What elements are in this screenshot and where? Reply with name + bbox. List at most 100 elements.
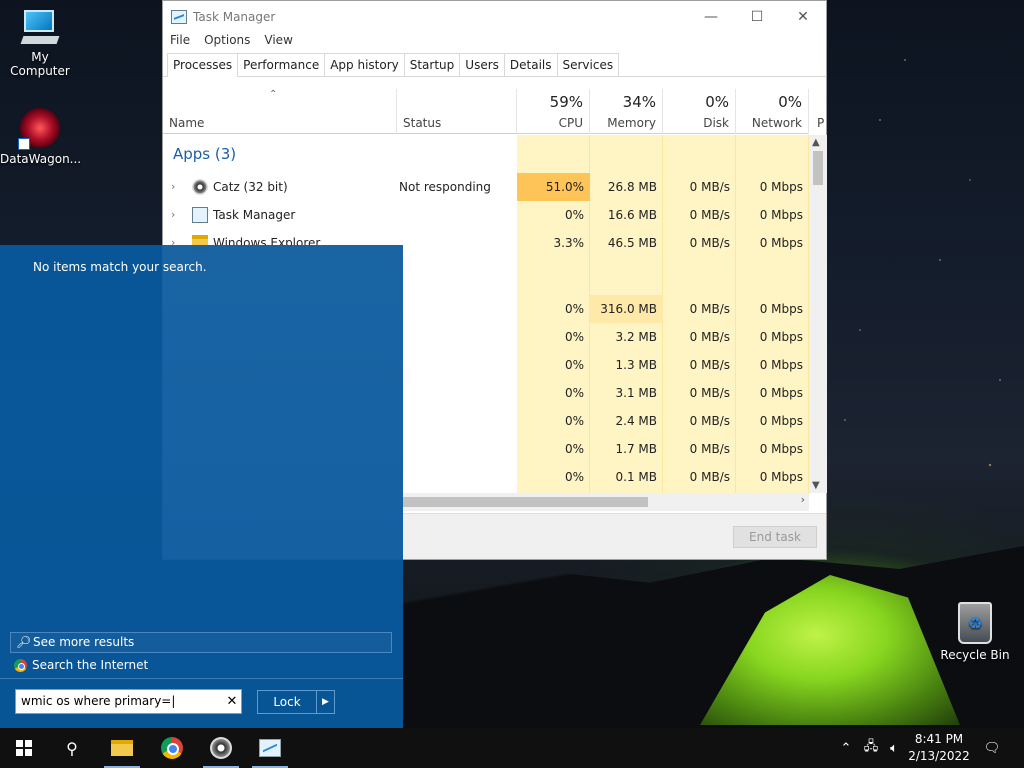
taskbar-catz[interactable] — [197, 728, 245, 768]
process-cpu: 0% — [564, 208, 584, 222]
process-cpu: 0% — [564, 414, 584, 428]
search-internet-link[interactable]: Search the Internet — [10, 655, 148, 675]
tab-services[interactable]: Services — [556, 53, 620, 76]
tab-startup[interactable]: Startup — [403, 53, 461, 76]
process-memory: 46.5 MB — [607, 236, 657, 250]
desktop-icon-datawagon[interactable]: DataWagon... — [0, 108, 81, 166]
menu-view[interactable]: View — [263, 33, 299, 51]
process-cpu: 0% — [564, 358, 584, 372]
process-memory: 0.1 MB — [615, 470, 657, 484]
desktop-icon-my-computer[interactable]: My Computer — [0, 10, 80, 78]
scroll-down-icon[interactable]: ▼ — [812, 480, 820, 491]
end-task-button[interactable]: End task — [733, 526, 817, 548]
scrollbar-thumb[interactable] — [813, 151, 823, 185]
process-row-catz[interactable]: › Catz (32 bit) Not responding 51.0% 26.… — [163, 173, 809, 201]
process-row-task-manager[interactable]: › Task Manager 0% 16.6 MB 0 MB/s 0 Mbps — [163, 201, 809, 229]
column-header-network[interactable]: 0% Network — [736, 89, 809, 134]
scroll-up-icon[interactable]: ▲ — [812, 137, 820, 148]
taskbar-task-manager[interactable] — [246, 728, 294, 768]
computer-icon — [20, 10, 60, 46]
tab-details[interactable]: Details — [503, 53, 558, 76]
vertical-scrollbar[interactable]: ▲ ▼ — [809, 135, 827, 493]
task-manager-icon — [259, 739, 281, 757]
task-manager-icon — [192, 207, 208, 223]
scroll-right-icon[interactable]: › — [801, 493, 805, 506]
column-header-memory[interactable]: 34% Memory — [590, 89, 663, 134]
catz-icon — [192, 179, 208, 195]
power-options-arrow-icon[interactable]: ▶ — [316, 690, 335, 714]
lock-button[interactable]: Lock — [257, 690, 317, 714]
search-internet-label: Search the Internet — [32, 658, 149, 672]
scrollbar-thumb[interactable] — [403, 497, 648, 507]
column-label: P — [817, 116, 825, 130]
process-cpu: 0% — [564, 470, 584, 484]
window-title: Task Manager — [193, 10, 276, 24]
column-header-status[interactable]: Status — [397, 89, 517, 134]
group-header-apps[interactable]: Apps (3) — [173, 145, 236, 163]
process-cpu: 0% — [564, 386, 584, 400]
process-network: 0 Mbps — [759, 414, 803, 428]
process-network: 0 Mbps — [759, 330, 803, 344]
search-icon: 🔎︎ — [16, 635, 32, 649]
recycle-bin-icon — [958, 602, 992, 644]
network-icon[interactable]: 🖧︎ — [860, 728, 882, 768]
clock-date: 2/13/2022 — [908, 749, 970, 763]
taskbar: ⚲ ⌃ 🖧︎ 🔈︎ 8:41 PM 2/13/2022 🗨︎ — [0, 728, 1024, 768]
process-memory: 2.4 MB — [615, 414, 657, 428]
clear-search-icon[interactable]: ✕ — [222, 689, 242, 714]
process-network: 0 Mbps — [759, 358, 803, 372]
file-explorer-icon — [111, 740, 133, 756]
expand-chevron-icon[interactable]: › — [171, 201, 175, 229]
cpu-total: 59% — [549, 93, 583, 111]
taskbar-search-button[interactable]: ⚲ — [48, 728, 96, 768]
column-label: CPU — [558, 116, 583, 130]
tab-users[interactable]: Users — [459, 53, 505, 76]
minimize-button[interactable]: — — [688, 1, 734, 33]
search-input[interactable]: wmic os where primary=| — [15, 689, 242, 714]
process-status: Not responding — [399, 180, 491, 194]
taskbar-file-explorer[interactable] — [98, 728, 146, 768]
column-label: Memory — [607, 116, 656, 130]
disk-total: 0% — [705, 93, 729, 111]
process-memory: 1.7 MB — [615, 442, 657, 456]
action-center-icon[interactable]: 🗨︎ — [980, 728, 1004, 768]
process-cpu: 3.3% — [553, 236, 585, 250]
desktop-icon-recycle-bin[interactable]: Recycle Bin — [935, 602, 1015, 662]
process-network: 0 Mbps — [759, 470, 803, 484]
menu-file[interactable]: File — [169, 33, 197, 51]
see-more-results-link[interactable]: 🔎︎ See more results — [10, 632, 392, 653]
start-button[interactable] — [0, 728, 48, 768]
menu-options[interactable]: Options — [203, 33, 257, 51]
process-network: 0 Mbps — [759, 208, 803, 222]
title-bar[interactable]: Task Manager — ☐ ✕ — [163, 1, 826, 33]
show-hidden-icons-icon[interactable]: ⌃ — [836, 728, 856, 768]
column-header-power[interactable]: P — [809, 89, 827, 134]
tab-processes[interactable]: Processes — [167, 53, 239, 77]
catz-icon — [210, 737, 232, 759]
column-header-disk[interactable]: 0% Disk — [663, 89, 736, 134]
see-more-label: See more results — [33, 635, 135, 649]
maximize-button[interactable]: ☐ — [734, 1, 780, 33]
column-header-name[interactable]: ⌃ Name — [163, 89, 397, 134]
process-disk: 0 MB/s — [689, 358, 730, 372]
process-network: 0 Mbps — [759, 442, 803, 456]
column-header-cpu[interactable]: 59% CPU — [517, 89, 590, 134]
desktop-icon-label: My Computer — [10, 50, 70, 78]
tab-performance[interactable]: Performance — [237, 53, 326, 76]
process-disk: 0 MB/s — [689, 470, 730, 484]
system-clock[interactable]: 8:41 PM 2/13/2022 — [900, 731, 978, 765]
close-button[interactable]: ✕ — [780, 1, 826, 33]
clock-time: 8:41 PM — [914, 732, 964, 746]
expand-chevron-icon[interactable]: › — [171, 173, 175, 201]
column-label: Status — [403, 116, 442, 130]
process-disk: 0 MB/s — [689, 442, 730, 456]
process-memory: 316.0 MB — [590, 295, 663, 323]
process-disk: 0 MB/s — [689, 330, 730, 344]
process-memory: 26.8 MB — [607, 180, 657, 194]
tab-app-history[interactable]: App history — [324, 53, 405, 76]
process-memory: 3.1 MB — [615, 386, 657, 400]
process-disk: 0 MB/s — [689, 208, 730, 222]
no-results-message: No items match your search. — [33, 260, 207, 274]
taskbar-chrome[interactable] — [148, 728, 196, 768]
process-network: 0 Mbps — [759, 386, 803, 400]
